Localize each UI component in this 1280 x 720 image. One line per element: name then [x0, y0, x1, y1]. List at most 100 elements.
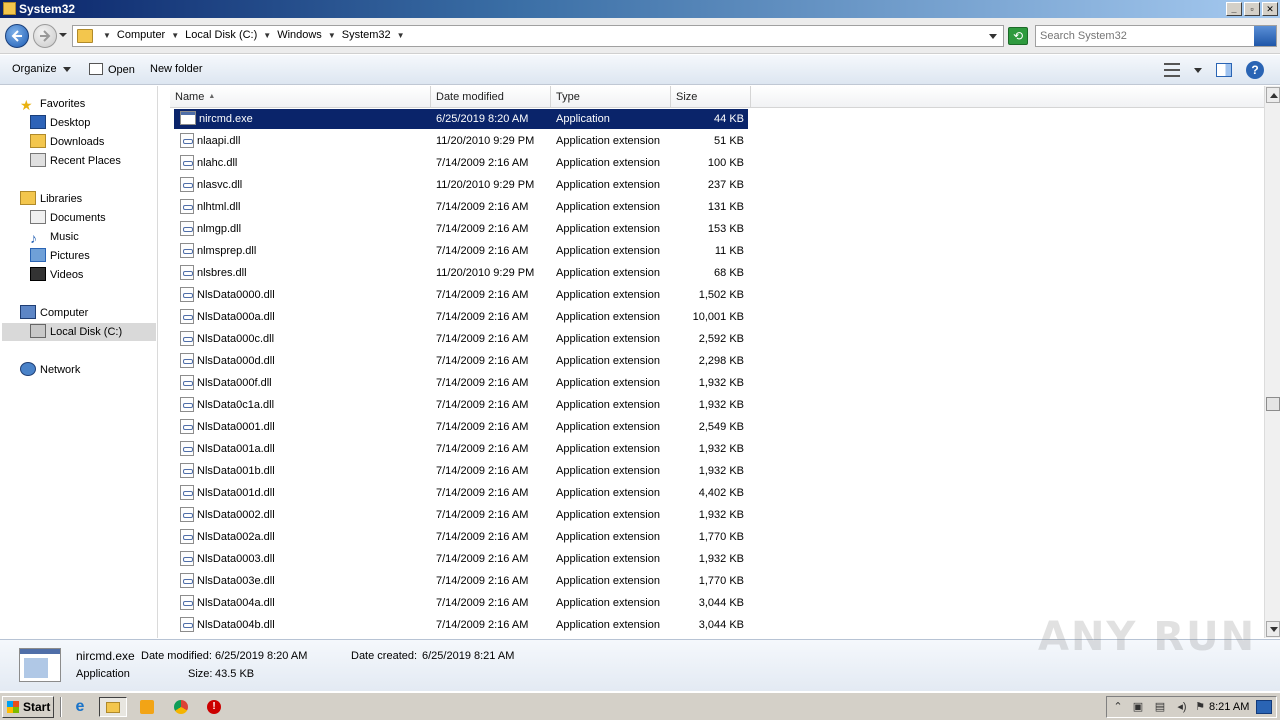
show-hidden-icons-icon[interactable]: ⌃ — [1111, 700, 1125, 714]
table-row[interactable]: NlsData0000.dll 7/14/2009 2:16 AM Applicat… — [174, 285, 748, 305]
table-row[interactable]: NlsData001a.dll 7/14/2009 2:16 AM Applicat… — [174, 439, 748, 459]
refresh-button[interactable]: ⟲ — [1008, 27, 1028, 45]
crumb-windows[interactable]: Windows — [277, 29, 322, 41]
table-row[interactable]: NlsData002a.dll 7/14/2009 2:16 AM Applicat… — [174, 527, 748, 547]
table-row[interactable]: NlsData004b.dll 7/14/2009 2:16 AM Applicat… — [174, 615, 748, 635]
table-row[interactable]: nlsbres.dll 11/20/2010 9:29 PM Application… — [174, 263, 748, 283]
action-center-icon[interactable]: ▣ — [1131, 700, 1145, 714]
organize-button[interactable]: Organize — [12, 63, 71, 75]
column-header-name[interactable]: Name ▲ — [170, 86, 431, 108]
clock[interactable]: 8:21 AM — [1209, 701, 1249, 713]
file-name-cell[interactable]: nlaapi.dll — [180, 131, 430, 151]
crumb-computer[interactable]: Computer — [117, 29, 165, 41]
file-name-cell[interactable]: nlsbres.dll — [180, 263, 430, 283]
nav-music[interactable]: ♪ Music — [30, 228, 79, 246]
file-name-cell[interactable]: nlhtml.dll — [180, 197, 430, 217]
nav-libraries[interactable]: Libraries — [20, 190, 82, 208]
chevron-down-icon[interactable]: ▼ — [328, 31, 336, 40]
file-name-cell[interactable]: nlmgp.dll — [180, 219, 430, 239]
chevron-down-icon[interactable] — [1194, 67, 1202, 73]
chevron-down-icon[interactable]: ▼ — [263, 31, 271, 40]
media-player-icon[interactable] — [135, 697, 159, 717]
open-button[interactable]: Open — [89, 63, 135, 76]
file-name-cell[interactable]: NlsData0003.dll — [180, 549, 430, 569]
table-row[interactable]: nlhtml.dll 7/14/2009 2:16 AM Application e… — [174, 197, 748, 217]
table-row[interactable]: nlaapi.dll 11/20/2010 9:29 PM Application … — [174, 131, 748, 151]
file-name-cell[interactable]: NlsData002a.dll — [180, 527, 430, 547]
scroll-down-button[interactable] — [1266, 621, 1280, 637]
file-name-cell[interactable]: NlsData000f.dll — [180, 373, 430, 393]
search-box[interactable] — [1035, 25, 1277, 47]
help-icon[interactable]: ? — [1246, 61, 1264, 79]
file-name-cell[interactable]: NlsData0c1a.dll — [180, 395, 430, 415]
table-row[interactable]: NlsData003e.dll 7/14/2009 2:16 AM Applicat… — [174, 571, 748, 591]
nav-documents[interactable]: Documents — [30, 209, 106, 227]
internet-explorer-icon[interactable]: e — [68, 697, 92, 717]
search-icon[interactable] — [1254, 26, 1276, 46]
table-row[interactable]: NlsData0002.dll 7/14/2009 2:16 AM Applicat… — [174, 505, 748, 525]
file-name-cell[interactable]: NlsData003e.dll — [180, 571, 430, 591]
minimize-button[interactable]: _ — [1226, 2, 1242, 16]
vertical-scrollbar[interactable] — [1264, 86, 1280, 638]
file-name-cell[interactable]: NlsData004a.dll — [180, 593, 430, 613]
table-row[interactable]: NlsData001d.dll 7/14/2009 2:16 AM Applicat… — [174, 483, 748, 503]
file-name-cell[interactable]: NlsData000d.dll — [180, 351, 430, 371]
table-row[interactable]: NlsData0003.dll 7/14/2009 2:16 AM Applicat… — [174, 549, 748, 569]
file-name-cell[interactable]: nlmsprep.dll — [180, 241, 430, 261]
file-name-cell[interactable]: NlsData0000.dll — [180, 285, 430, 305]
forward-button[interactable] — [33, 24, 57, 48]
chrome-icon[interactable] — [169, 697, 193, 717]
crumb-local-disk[interactable]: Local Disk (C:) — [185, 29, 257, 41]
windows-explorer-taskbar-button[interactable] — [99, 697, 127, 717]
address-bar[interactable]: ▼ Computer ▼ Local Disk (C:) ▼ Windows ▼… — [72, 25, 1004, 47]
table-row[interactable]: nlasvc.dll 11/20/2010 9:29 PM Application … — [174, 175, 748, 195]
nav-computer[interactable]: Computer — [20, 304, 88, 322]
table-row[interactable]: nircmd.exe 6/25/2019 8:20 AM Application 44… — [174, 109, 748, 129]
nav-recent-places[interactable]: Recent Places — [30, 152, 121, 170]
table-row[interactable]: nlmgp.dll 7/14/2009 2:16 AM Application ex… — [174, 219, 748, 239]
stop-sign-icon[interactable]: ! — [202, 697, 226, 717]
file-name-cell[interactable]: NlsData001b.dll — [180, 461, 430, 481]
address-history-dropdown[interactable] — [989, 34, 997, 39]
maximize-button[interactable]: ▫ — [1244, 2, 1260, 16]
nav-local-disk[interactable]: Local Disk (C:) — [30, 323, 122, 341]
table-row[interactable]: NlsData000f.dll 7/14/2009 2:16 AM Applicat… — [174, 373, 748, 393]
recent-pages-dropdown[interactable] — [59, 33, 67, 37]
table-row[interactable]: NlsData000c.dll 7/14/2009 2:16 AM Applicat… — [174, 329, 748, 349]
table-row[interactable]: NlsData000a.dll 7/14/2009 2:16 AM Applicat… — [174, 307, 748, 327]
start-button[interactable]: Start — [2, 696, 54, 718]
column-header-date[interactable]: Date modified — [431, 86, 551, 108]
column-header-type[interactable]: Type — [551, 86, 671, 108]
nav-downloads[interactable]: Downloads — [30, 133, 104, 151]
search-input[interactable] — [1040, 28, 1250, 44]
file-name-cell[interactable]: nircmd.exe — [180, 109, 430, 129]
chevron-down-icon[interactable]: ▼ — [103, 31, 111, 40]
preview-pane-icon[interactable] — [1216, 63, 1232, 77]
table-row[interactable]: nlmsprep.dll 7/14/2009 2:16 AM Application… — [174, 241, 748, 261]
chevron-down-icon[interactable]: ▼ — [171, 31, 179, 40]
file-name-cell[interactable]: nlasvc.dll — [180, 175, 430, 195]
table-row[interactable]: NlsData001b.dll 7/14/2009 2:16 AM Applicat… — [174, 461, 748, 481]
chevron-down-icon[interactable]: ▼ — [397, 31, 405, 40]
nav-pictures[interactable]: Pictures — [30, 247, 90, 265]
file-name-cell[interactable]: NlsData000c.dll — [180, 329, 430, 349]
table-row[interactable]: NlsData004a.dll 7/14/2009 2:16 AM Applicat… — [174, 593, 748, 613]
file-name-cell[interactable]: NlsData004b.dll — [180, 615, 430, 635]
back-button[interactable] — [5, 24, 29, 48]
file-name-cell[interactable]: nlahc.dll — [180, 153, 430, 173]
new-folder-button[interactable]: New folder — [150, 63, 203, 75]
nav-network[interactable]: Network — [20, 361, 80, 379]
close-button[interactable]: ✕ — [1262, 2, 1278, 16]
table-row[interactable]: NlsData0c1a.dll 7/14/2009 2:16 AM Applicat… — [174, 395, 748, 415]
scroll-thumb[interactable] — [1266, 397, 1280, 411]
file-name-cell[interactable]: NlsData001a.dll — [180, 439, 430, 459]
network-tray-icon[interactable]: ▤ — [1153, 700, 1167, 714]
show-desktop-icon[interactable] — [1256, 700, 1272, 714]
nav-desktop[interactable]: Desktop — [30, 114, 90, 132]
crumb-system32[interactable]: System32 — [342, 29, 391, 41]
file-name-cell[interactable]: NlsData0002.dll — [180, 505, 430, 525]
nav-favorites[interactable]: ★ Favorites — [20, 95, 85, 113]
change-view-icon[interactable] — [1164, 63, 1180, 77]
volume-icon[interactable]: ◂) — [1175, 700, 1189, 714]
column-header-size[interactable]: Size — [671, 86, 751, 108]
